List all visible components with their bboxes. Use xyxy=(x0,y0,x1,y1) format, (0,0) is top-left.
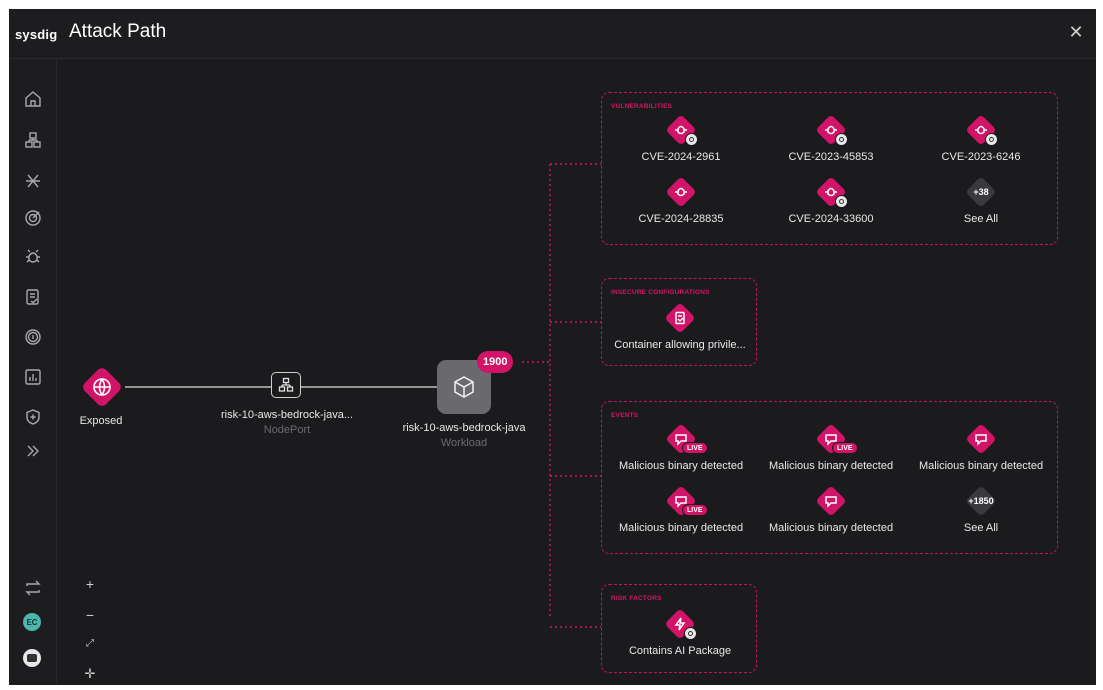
switch-icon[interactable] xyxy=(21,576,45,600)
insecure-configurations-group: INSECURE CONFIGURATIONS Container allowi… xyxy=(601,278,757,366)
service-label: risk-10-aws-bedrock-java... xyxy=(220,409,354,421)
attack-path-window: sysdig Attack Path ✕ EC Exposed risk-10-… xyxy=(9,9,1096,685)
expand-icon[interactable] xyxy=(21,439,45,463)
sidebar: EC xyxy=(9,59,57,685)
target-badge-icon xyxy=(684,627,697,640)
risk-count-badge: 1900 xyxy=(477,351,514,373)
bug-icon[interactable] xyxy=(21,245,45,269)
group-title: RISK FACTORS xyxy=(611,595,662,602)
inventory-icon[interactable] xyxy=(21,128,45,152)
vulnerability-label: CVE-2024-2961 xyxy=(641,151,721,163)
event-label: Malicious binary detected xyxy=(618,460,744,472)
brand-logo: sysdig xyxy=(15,27,58,42)
fit-icon[interactable]: ⤢ xyxy=(81,635,99,653)
top-bar: sysdig Attack Path ✕ xyxy=(9,9,1096,59)
target-badge-icon xyxy=(985,133,998,146)
target-icon[interactable] xyxy=(21,206,45,230)
event-item[interactable]: Malicious binary detected xyxy=(756,485,906,534)
live-badge: LIVE xyxy=(682,442,708,454)
see-all-label: See All xyxy=(963,213,999,225)
target-badge-icon xyxy=(835,133,848,146)
zoom-in-button[interactable]: + xyxy=(81,575,99,593)
vulnerability-item[interactable]: CVE-2023-6246 xyxy=(906,114,1056,163)
cube-icon xyxy=(454,376,474,398)
event-item[interactable]: LIVE Malicious binary detected xyxy=(606,423,756,472)
vulnerability-label: CVE-2024-28835 xyxy=(638,213,724,225)
target-badge-icon xyxy=(685,133,698,146)
close-icon[interactable]: ✕ xyxy=(1066,22,1086,42)
vulnerabilities-group: VULNERABILITIES CVE-2024-2961 CVE-2023-4… xyxy=(601,92,1058,245)
vulnerability-item[interactable]: CVE-2024-28835 xyxy=(606,176,756,225)
zoom-out-button[interactable]: − xyxy=(81,606,99,624)
risk-factors-group: RISK FACTORS Contains AI Package xyxy=(601,584,757,673)
center-icon[interactable]: ✛ xyxy=(81,665,99,683)
see-all-events[interactable]: +1850 See All xyxy=(906,485,1056,534)
events-group: EVENTS LIVE Malicious binary detected LI… xyxy=(601,401,1058,554)
alert-icon xyxy=(966,424,996,454)
service-label-block: risk-10-aws-bedrock-java... NodePort xyxy=(207,409,367,436)
risk-factor-item[interactable]: Contains AI Package xyxy=(605,608,755,657)
avatar[interactable]: EC xyxy=(23,613,41,631)
group-title: INSECURE CONFIGURATIONS xyxy=(611,289,710,296)
service-type: NodePort xyxy=(263,424,311,436)
event-label: Malicious binary detected xyxy=(768,522,894,534)
bug-icon xyxy=(666,177,696,207)
target-badge-icon xyxy=(835,195,848,208)
service-node[interactable] xyxy=(271,372,301,398)
risk-factor-label: Contains AI Package xyxy=(628,645,732,657)
event-label: Malicious binary detected xyxy=(618,522,744,534)
see-all-label: See All xyxy=(963,522,999,534)
insecure-config-label: Container allowing privile... xyxy=(614,339,746,351)
policy-icon xyxy=(665,303,695,333)
page-title: Attack Path xyxy=(69,21,167,42)
shield-icon[interactable] xyxy=(21,405,45,429)
more-count: +1850 xyxy=(968,496,994,506)
vulnerability-item[interactable]: CVE-2024-33600 xyxy=(756,176,906,225)
exposed-label-block: Exposed xyxy=(71,415,131,427)
insecure-config-item[interactable]: Container allowing privile... xyxy=(605,302,755,351)
event-item[interactable]: LIVE Malicious binary detected xyxy=(606,485,756,534)
exposed-label: Exposed xyxy=(79,415,123,427)
workload-label-block: risk-10-aws-bedrock-java Workload xyxy=(394,422,534,449)
graph-canvas[interactable]: Exposed risk-10-aws-bedrock-java... Node… xyxy=(57,59,1096,685)
integrations-icon[interactable] xyxy=(21,169,45,193)
fingerprint-icon[interactable] xyxy=(21,325,45,349)
workload-label: risk-10-aws-bedrock-java xyxy=(402,422,526,434)
group-title: EVENTS xyxy=(611,412,639,419)
see-all-vulnerabilities[interactable]: +38 See All xyxy=(906,176,1056,225)
home-icon[interactable] xyxy=(21,87,45,111)
event-item[interactable]: LIVE Malicious binary detected xyxy=(756,423,906,472)
policy-icon[interactable] xyxy=(21,285,45,309)
chart-icon[interactable] xyxy=(21,365,45,389)
vulnerability-label: CVE-2023-45853 xyxy=(788,151,874,163)
help-avatar-icon[interactable] xyxy=(23,649,41,667)
more-count: +38 xyxy=(973,187,989,197)
event-item[interactable]: Malicious binary detected xyxy=(906,423,1056,472)
vulnerability-item[interactable]: CVE-2023-45853 xyxy=(756,114,906,163)
vulnerability-item[interactable]: CVE-2024-2961 xyxy=(606,114,756,163)
live-badge: LIVE xyxy=(832,442,858,454)
workload-type: Workload xyxy=(440,437,488,449)
vulnerability-label: CVE-2024-33600 xyxy=(788,213,874,225)
live-badge: LIVE xyxy=(682,504,708,516)
event-label: Malicious binary detected xyxy=(768,460,894,472)
event-label: Malicious binary detected xyxy=(918,460,1044,472)
service-icon xyxy=(278,377,294,392)
exposed-node[interactable] xyxy=(79,364,125,410)
alert-icon xyxy=(816,486,846,516)
vulnerability-label: CVE-2023-6246 xyxy=(941,151,1021,163)
globe-icon xyxy=(79,364,125,410)
group-title: VULNERABILITIES xyxy=(611,103,673,110)
